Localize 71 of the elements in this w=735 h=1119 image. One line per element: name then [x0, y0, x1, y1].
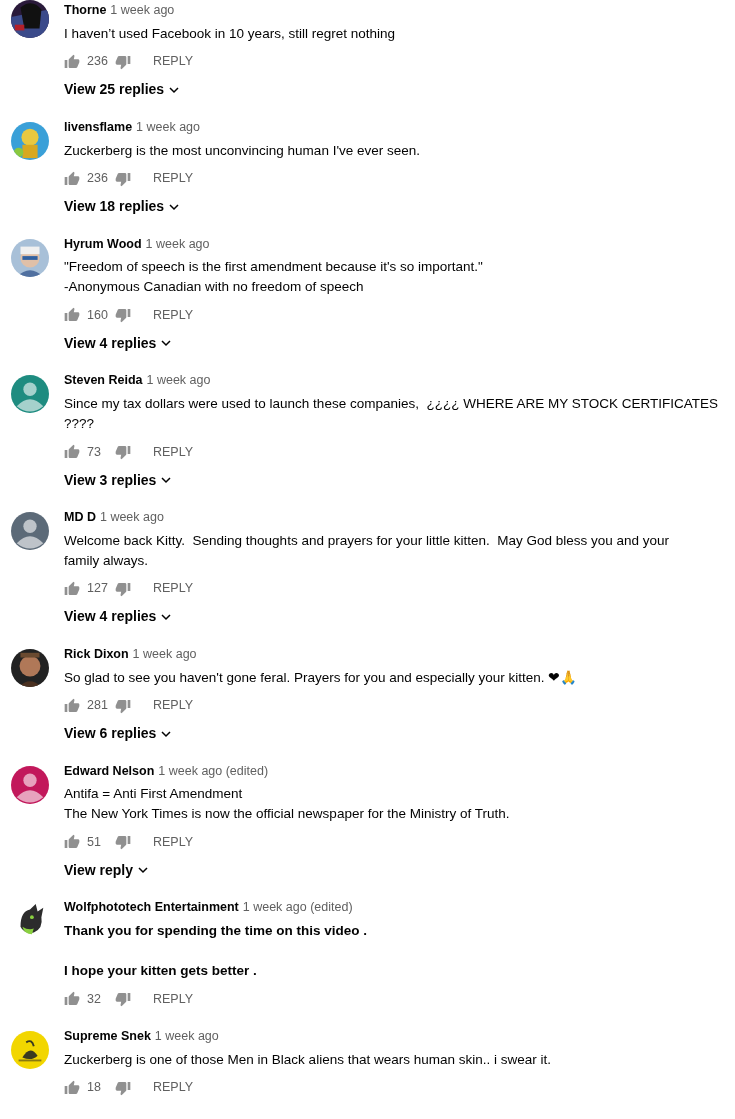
- view-replies-button[interactable]: View 3 replies: [64, 470, 718, 490]
- reply-button[interactable]: REPLY: [153, 52, 194, 72]
- comment-time[interactable]: 1 week ago: [136, 117, 201, 137]
- reply-button[interactable]: REPLY: [153, 169, 194, 188]
- thumbs-down-icon[interactable]: [115, 1079, 131, 1096]
- like-count: 73: [87, 443, 102, 461]
- author-name[interactable]: livensflame: [64, 117, 133, 137]
- view-replies-button[interactable]: View 25 replies: [64, 79, 395, 100]
- comment-text: Zuckerberg is the most unconvincing human I've ever seen.: [64, 141, 420, 160]
- author-name[interactable]: MD D: [64, 508, 96, 527]
- like-count: 236: [87, 53, 109, 71]
- thumbs-down-icon[interactable]: [115, 991, 131, 1007]
- thumbs-up-icon[interactable]: [64, 834, 80, 851]
- comment-text: Zuckerberg is one of those Men in Black aliens that wears human skin.. i swear it.: [64, 1050, 551, 1069]
- chevron-down-icon: [160, 474, 173, 486]
- reply-button[interactable]: REPLY: [153, 579, 194, 599]
- author-name[interactable]: Rick Dixon: [64, 644, 129, 664]
- like-count: 32: [87, 990, 102, 1008]
- view-replies-button[interactable]: View 6 replies: [64, 723, 578, 744]
- thumbs-down-icon[interactable]: [115, 307, 131, 324]
- comment-time[interactable]: 1 week ago: [145, 234, 210, 254]
- thumbs-up-icon[interactable]: [64, 170, 80, 187]
- thumbs-up-icon[interactable]: [64, 53, 80, 70]
- thumbs-down-icon[interactable]: [115, 834, 131, 851]
- comment-time[interactable]: 1 week ago: [132, 644, 197, 664]
- comment-time[interactable]: 1 week ago: [146, 371, 211, 390]
- like-count: 160: [87, 306, 109, 324]
- comment-text: I haven’t used Facebook in 10 years, still regret nothing: [64, 24, 395, 43]
- like-count: 236: [87, 170, 109, 188]
- thumbs-up-icon[interactable]: [64, 307, 80, 324]
- thumbs-up-icon[interactable]: [64, 444, 80, 460]
- like-count: 281: [87, 697, 109, 715]
- author-name[interactable]: Steven Reida: [64, 371, 143, 390]
- thumbs-up-icon[interactable]: [64, 991, 80, 1007]
- like-count: 18: [87, 1079, 102, 1097]
- author-name[interactable]: Thorne: [64, 1, 107, 20]
- view-replies-button[interactable]: View 18 replies: [64, 196, 420, 217]
- thumbs-up-icon[interactable]: [64, 1079, 80, 1096]
- thumbs-down-icon[interactable]: [115, 170, 131, 187]
- comment-text: Welcome back Kitty. Sending thoughts and prayers for your little kitten. May God bless you and your family always.: [64, 531, 670, 570]
- comment-text: Antifa = Anti First Amendment The New York Times is now the official newspaper for the Ministry of Truth.: [64, 785, 510, 824]
- author-name[interactable]: Wolfphototech Entertainment: [64, 898, 239, 917]
- comment-time[interactable]: 1 week ago (edited): [242, 898, 353, 917]
- view-replies-button[interactable]: View reply: [64, 860, 510, 881]
- thumbs-down-icon[interactable]: [115, 53, 131, 70]
- thumbs-up-icon[interactable]: [64, 697, 80, 714]
- comment-text: So glad to see you haven't gone feral. Prayers for you and especially your kitten. ❤🙏: [64, 668, 578, 687]
- comment-time[interactable]: 1 week ago (edited): [158, 761, 269, 781]
- reply-button[interactable]: REPLY: [153, 832, 194, 852]
- thumbs-down-icon[interactable]: [115, 697, 131, 714]
- reply-button[interactable]: REPLY: [153, 1078, 194, 1098]
- view-replies-button[interactable]: View 4 replies: [64, 606, 670, 627]
- view-replies-button[interactable]: View 4 replies: [64, 333, 483, 354]
- reply-button[interactable]: REPLY: [153, 696, 194, 715]
- comment-text: Thank you for spending the time on this video . I hope your kitten gets better .: [64, 922, 368, 980]
- author-name[interactable]: Hyrum Wood: [64, 234, 142, 254]
- comment-text: Since my tax dollars were used to launch these companies, ¿¿¿¿ WHERE ARE MY STOCK CERTIFICATES ????: [64, 395, 718, 433]
- comment-text: "Freedom of speech is the first amendment because it's so important." -Anonymous Canadian with no freedom of speech: [64, 258, 483, 297]
- reply-button[interactable]: REPLY: [153, 442, 194, 462]
- like-count: 51: [87, 833, 102, 851]
- reply-button[interactable]: REPLY: [153, 989, 194, 1009]
- like-count: 127: [87, 580, 109, 598]
- comment-time[interactable]: 1 week ago: [154, 1027, 219, 1046]
- author-name[interactable]: Supreme Snek: [64, 1027, 151, 1046]
- comment-time[interactable]: 1 week ago: [110, 1, 175, 20]
- author-name[interactable]: Edward Nelson: [64, 761, 155, 781]
- thumbs-down-icon[interactable]: [115, 580, 131, 597]
- thumbs-up-icon[interactable]: [64, 580, 80, 597]
- reply-button[interactable]: REPLY: [153, 305, 194, 325]
- comment-time[interactable]: 1 week ago: [99, 508, 164, 527]
- thumbs-down-icon[interactable]: [115, 444, 131, 460]
